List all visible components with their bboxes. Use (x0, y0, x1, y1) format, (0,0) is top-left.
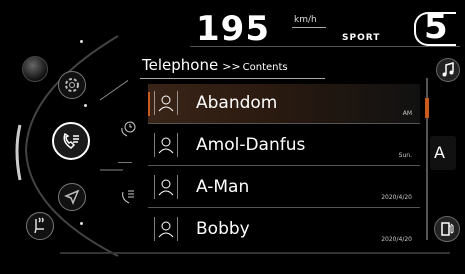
page-subtitle: Contents (242, 62, 288, 73)
fuel-pump-icon (441, 222, 454, 236)
contact-time: 2020/4/20 (381, 236, 412, 243)
contact-name: Abandom (196, 93, 278, 113)
recent-calls-icon (121, 121, 136, 137)
contact-time: AM (402, 110, 412, 117)
contact-person-icon (154, 175, 178, 199)
knob-icon[interactable] (22, 56, 48, 82)
music-button[interactable] (436, 58, 460, 82)
breadcrumb-underline (140, 78, 325, 79)
divider (292, 27, 326, 28)
drive-mode: SPORT (342, 33, 381, 43)
contact-row[interactable]: Bobby 2020/4/20 (148, 210, 420, 250)
contact-row[interactable]: Amol-Danfus Sun. (148, 126, 420, 166)
indicator-dot (80, 222, 83, 225)
dialpad-tab[interactable] (119, 188, 137, 209)
recent-calls-tab[interactable] (119, 120, 137, 141)
scrollbar-thumb[interactable] (425, 98, 429, 118)
indicator-dot (84, 104, 87, 107)
speed-readout: 195 (196, 9, 270, 49)
contact-person-icon (154, 217, 178, 241)
phone-button[interactable] (52, 122, 90, 160)
contact-row[interactable]: A-Man 2020/4/20 (148, 168, 420, 208)
seat-heat-icon (34, 217, 44, 234)
navigation-button[interactable] (58, 183, 86, 211)
contact-name: Bobby (196, 219, 250, 239)
gear-icon (65, 78, 79, 92)
music-note-icon (442, 62, 454, 77)
contact-person-icon (154, 133, 178, 157)
selection-bar (148, 92, 150, 116)
dialpad-icon (122, 190, 134, 204)
breadcrumb-separator: >> (222, 60, 241, 73)
navigation-icon (64, 189, 80, 205)
contact-name: Amol-Danfus (196, 135, 306, 155)
bottom-bar (60, 252, 450, 254)
contact-time: 2020/4/20 (381, 194, 412, 201)
seat-heat-button[interactable] (26, 212, 54, 240)
page-title: Telephone (142, 56, 219, 74)
contact-row[interactable]: Abandom AM (148, 84, 420, 124)
row-divider (148, 123, 420, 124)
contact-name: A-Man (196, 177, 250, 197)
gear-indicator: 5 (424, 7, 448, 47)
row-divider (148, 207, 420, 208)
tab-divider (118, 162, 132, 163)
phone-list-icon (63, 132, 79, 149)
indicator-dot (80, 40, 83, 43)
settings-button[interactable] (58, 71, 86, 99)
speed-unit: km/h (294, 15, 317, 25)
alpha-index-letter: A (434, 143, 445, 162)
contact-person-icon (154, 91, 178, 115)
row-divider (148, 165, 420, 166)
header-divider (190, 46, 460, 47)
contact-time: Sun. (398, 152, 412, 159)
breadcrumb: Telephone >> Contents (142, 56, 288, 74)
fuel-button[interactable] (434, 216, 460, 242)
